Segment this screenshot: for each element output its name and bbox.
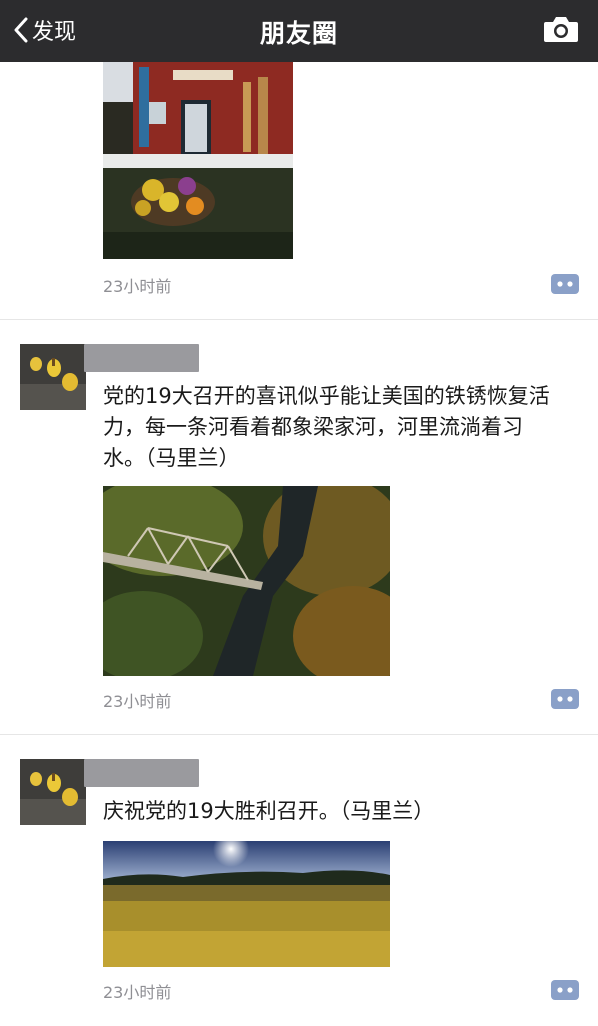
- post-text: 党的19大召开的喜讯似乎能让美国的铁锈恢复活力，每一条河看着都象梁家河，河里流淌…: [103, 384, 550, 470]
- avatar[interactable]: [20, 759, 86, 825]
- avatar[interactable]: [20, 344, 86, 410]
- comment-button[interactable]: [550, 979, 580, 1001]
- comment-icon: [551, 274, 579, 294]
- user-name-redacted: [84, 759, 199, 787]
- bridge-photo: [103, 486, 390, 676]
- camera-button[interactable]: [542, 14, 580, 48]
- post-time: 23小时前: [103, 277, 172, 296]
- camera-icon: [544, 17, 578, 42]
- user-name-redacted: [84, 344, 199, 372]
- field-photo: [103, 841, 390, 967]
- post-photo[interactable]: [103, 841, 390, 967]
- avatar-image: [20, 344, 86, 410]
- post-photo[interactable]: [103, 486, 390, 676]
- page-title: 朋友圈: [259, 19, 338, 48]
- post-time: 23小时前: [103, 983, 172, 1002]
- moment-post: 党的19大召开的喜讯似乎能让美国的铁锈恢复活力，每一条河看着都象梁家河，河里流淌…: [0, 320, 598, 735]
- comment-button[interactable]: [550, 688, 580, 710]
- post-time: 23小时前: [103, 692, 172, 711]
- avatar-image: [20, 759, 86, 825]
- post-photo[interactable]: [103, 62, 293, 259]
- navigation-bar: 发现 朋友圈: [0, 0, 598, 62]
- post-text: 庆祝党的19大胜利召开。（马里兰）: [103, 799, 435, 823]
- moment-post: 23小时前: [0, 62, 598, 320]
- storefront-photo: [103, 62, 293, 259]
- comment-button[interactable]: [550, 273, 580, 295]
- comment-icon: [551, 689, 579, 709]
- moment-post: 庆祝党的19大胜利召开。（马里兰） 23小时前: [0, 735, 598, 1026]
- moments-feed: 23小时前 党的19大召开的喜讯似乎能让美国的铁锈恢复活力，每一条河看着都象梁家…: [0, 62, 598, 1026]
- comment-icon: [551, 980, 579, 1000]
